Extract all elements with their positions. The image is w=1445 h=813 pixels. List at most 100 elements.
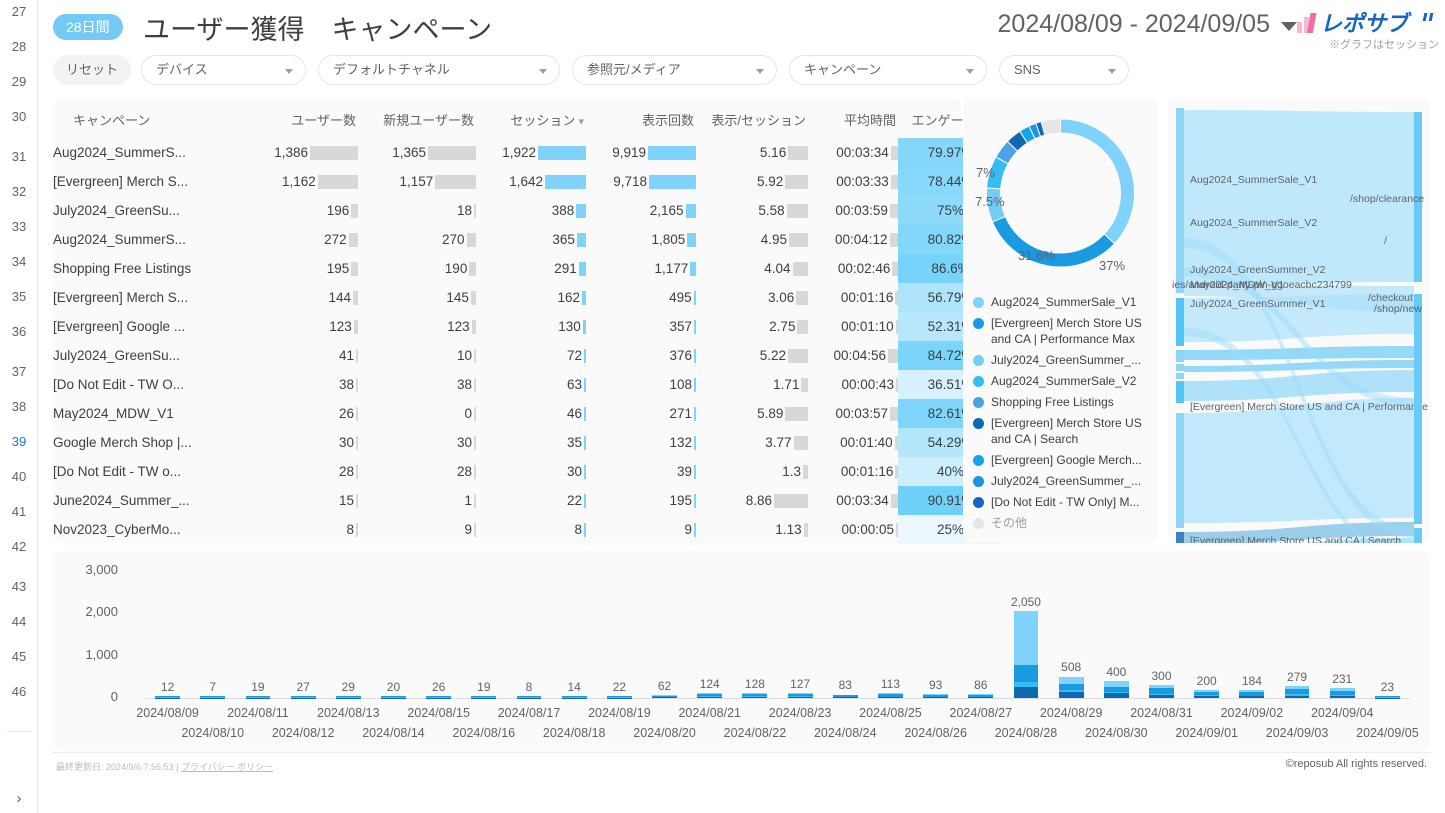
bar-2024/09/02[interactable] [1239, 690, 1264, 698]
filter-dropdown-5[interactable]: SNS [999, 55, 1129, 85]
bar-2024/09/03[interactable] [1285, 686, 1310, 698]
table-row[interactable]: Aug2024_SummerS...1,3861,3651,9229,9195.… [53, 138, 1003, 167]
page-number-rail[interactable]: › 27282930313233343536373839404142434445… [0, 0, 38, 813]
sort-descending-icon[interactable]: ▾ [575, 116, 584, 128]
sankey-link-3[interactable] [1184, 346, 1414, 360]
column-header-4[interactable]: 表示回数 [586, 98, 696, 138]
column-header-3[interactable]: セッション ▾ [476, 98, 586, 138]
bar-2024/08/30[interactable] [1104, 681, 1129, 698]
reset-filters-button[interactable]: リセット [53, 55, 131, 85]
chevron-down-icon[interactable] [756, 69, 764, 74]
sessions-bar-chart[interactable]: 01,0002,0003,000122024/08/0972024/08/101… [53, 551, 1430, 751]
table-row[interactable]: July2024_GreenSu...4110723765.2200:04:56… [53, 341, 1003, 370]
bar-2024/09/04[interactable] [1330, 688, 1355, 698]
sankey-link-4[interactable] [1184, 360, 1414, 372]
sankey-source-node-5[interactable] [1176, 381, 1184, 403]
table-row[interactable]: May2024_MDW_V1260462715.8900:03:5782.61% [53, 399, 1003, 428]
table-row[interactable]: Aug2024_SummerS...2722703651,8054.9500:0… [53, 225, 1003, 254]
page-number-34[interactable]: 34 [0, 252, 38, 272]
bar-2024/08/20[interactable] [652, 695, 677, 698]
chevron-down-icon[interactable] [966, 69, 974, 74]
bar-2024/08/12[interactable] [291, 696, 316, 698]
page-number-35[interactable]: 35 [0, 287, 38, 307]
table-row[interactable]: [Evergreen] Merch S...1441451624953.0600… [53, 283, 1003, 312]
page-number-28[interactable]: 28 [0, 37, 38, 57]
sankey-target-node-2[interactable] [1414, 528, 1422, 543]
bar-2024/08/11[interactable] [246, 696, 271, 698]
table-row[interactable]: [Do Not Edit - TW O...3838631081.7100:00… [53, 370, 1003, 399]
privacy-policy-link[interactable]: プライバシー ポリシー [181, 762, 273, 772]
next-page-chevron-icon[interactable]: › [0, 790, 38, 807]
table-row[interactable]: [Evergreen] Merch S...1,1621,1571,6429,7… [53, 167, 1003, 196]
legend-item-7[interactable]: July2024_GreenSummer_... [973, 473, 1155, 489]
sankey-source-node-4[interactable] [1176, 373, 1184, 379]
sankey-target-node-1[interactable] [1414, 294, 1422, 524]
page-number-46[interactable]: 46 [0, 682, 38, 702]
bar-2024/09/01[interactable] [1194, 690, 1219, 698]
legend-item-0[interactable]: Aug2024_SummerSale_V1 [973, 294, 1155, 310]
sankey-source-node-3[interactable] [1176, 364, 1184, 371]
bar-2024/08/27[interactable] [968, 694, 993, 698]
bar-2024/08/14[interactable] [381, 696, 406, 698]
filter-dropdown-4[interactable]: キャンペーン [789, 55, 987, 85]
column-header-5[interactable]: 表示/セッション [696, 98, 808, 138]
table-row[interactable]: July2024_GreenSu...196183882,1655.5800:0… [53, 196, 1003, 225]
sankey-diagram[interactable]: Aug2024_SummerSale_V1Aug2024_SummerSale_… [1168, 98, 1430, 543]
donut-slice-9[interactable] [1041, 119, 1060, 135]
sankey-source-node-6[interactable] [1176, 413, 1184, 528]
legend-item-8[interactable]: [Do Not Edit - TW Only] M... [973, 494, 1155, 510]
chevron-down-icon[interactable] [285, 69, 293, 74]
donut-slice-0[interactable] [1061, 119, 1135, 244]
column-header-6[interactable]: 平均時間 [808, 98, 898, 138]
bar-2024/08/21[interactable] [697, 693, 722, 698]
chevron-down-icon[interactable] [539, 69, 547, 74]
legend-item-6[interactable]: [Evergreen] Google Merch... [973, 452, 1155, 468]
legend-item-1[interactable]: [Evergreen] Merch Store US and CA | Perf… [973, 315, 1155, 347]
bar-2024/08/25[interactable] [878, 693, 903, 698]
bar-2024/08/13[interactable] [336, 696, 361, 698]
bar-2024/08/10[interactable] [200, 696, 225, 698]
column-header-2[interactable]: 新規ユーザー数 [358, 98, 476, 138]
table-row[interactable]: [Do Not Edit - TW o...282830391.300:01:1… [53, 457, 1003, 486]
legend-item-3[interactable]: Aug2024_SummerSale_V2 [973, 373, 1155, 389]
sankey-source-node-0[interactable] [1176, 108, 1184, 293]
table-row[interactable]: June2024_Summer_...151221958.8600:03:349… [53, 486, 1003, 515]
legend-item-9[interactable]: その他 [973, 515, 1155, 531]
page-number-45[interactable]: 45 [0, 647, 38, 667]
table-row[interactable]: Google Merch Shop |...3030351323.7700:01… [53, 428, 1003, 457]
bar-2024/08/23[interactable] [788, 693, 813, 698]
table-row[interactable]: Shopping Free Listings1951902911,1774.04… [53, 254, 1003, 283]
bar-2024/08/18[interactable] [562, 696, 587, 698]
sankey-source-node-2[interactable] [1176, 350, 1184, 362]
bar-2024/08/28[interactable] [1014, 611, 1039, 698]
page-number-33[interactable]: 33 [0, 217, 38, 237]
filter-dropdown-3[interactable]: 参照元/メディア [572, 55, 777, 85]
page-number-42[interactable]: 42 [0, 537, 38, 557]
sankey-source-node-1[interactable] [1176, 298, 1184, 346]
bar-2024/08/15[interactable] [426, 696, 451, 698]
page-number-38[interactable]: 38 [0, 397, 38, 417]
page-number-31[interactable]: 31 [0, 147, 38, 167]
bar-2024/08/09[interactable] [155, 696, 180, 698]
page-number-32[interactable]: 32 [0, 182, 38, 202]
table-row[interactable]: [Evergreen] Google ...1231231303572.7500… [53, 312, 1003, 341]
bar-2024/08/16[interactable] [471, 696, 496, 698]
legend-item-2[interactable]: July2024_GreenSummer_... [973, 352, 1155, 368]
filter-dropdown-1[interactable]: デバイス [141, 55, 306, 85]
legend-item-4[interactable]: Shopping Free Listings [973, 394, 1155, 410]
date-range-selector[interactable]: 2024/08/09 - 2024/09/05 [998, 10, 1270, 39]
bar-2024/08/24[interactable] [833, 695, 858, 699]
chevron-down-icon[interactable] [1108, 69, 1116, 74]
page-number-44[interactable]: 44 [0, 612, 38, 632]
bar-2024/08/19[interactable] [607, 696, 632, 698]
bar-2024/08/31[interactable] [1149, 685, 1174, 698]
page-number-27[interactable]: 27 [0, 2, 38, 22]
sankey-source-node-7[interactable] [1176, 532, 1184, 543]
column-header-1[interactable]: ユーザー数 [253, 98, 358, 138]
page-number-36[interactable]: 36 [0, 322, 38, 342]
bar-2024/08/26[interactable] [923, 694, 948, 698]
page-number-40[interactable]: 40 [0, 467, 38, 487]
page-number-41[interactable]: 41 [0, 502, 38, 522]
donut-chart[interactable]: 37% 31.6% 7.5% 7% [963, 98, 1158, 288]
column-header-0[interactable]: キャンペーン [53, 98, 253, 138]
